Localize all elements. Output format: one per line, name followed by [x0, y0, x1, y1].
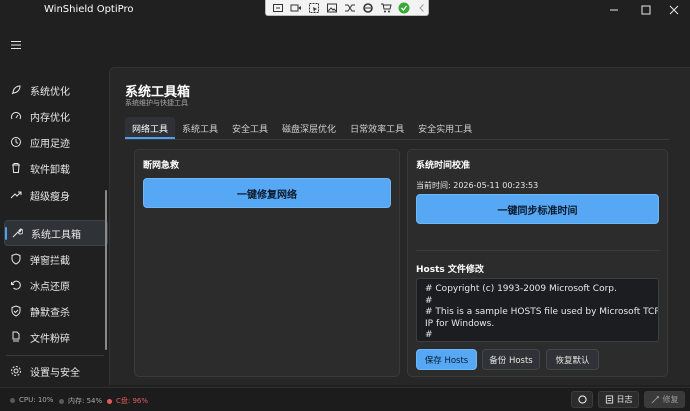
sidebar-item-label: 静默查杀: [30, 307, 70, 319]
image-icon[interactable]: [326, 1, 339, 14]
circle-icon: [577, 395, 587, 404]
sidebar-item-slim[interactable]: 超级瘦身: [4, 182, 108, 208]
minimize-button[interactable]: [604, 3, 624, 17]
chevron-left-icon[interactable]: [415, 1, 428, 14]
document-icon: [605, 395, 614, 404]
footprint-icon: [10, 136, 22, 148]
repair-network-button[interactable]: 一键修复网络: [143, 178, 391, 208]
tab-daily-efficiency[interactable]: 日常效率工具: [343, 117, 411, 139]
trash-icon: [10, 162, 22, 174]
hamburger-menu-icon[interactable]: [10, 40, 22, 50]
sidebar-item-toolbox[interactable]: 系统工具箱: [4, 220, 108, 246]
sidebar-divider: [6, 355, 104, 356]
sidebar-item-file-shred[interactable]: 文件粉碎: [4, 324, 108, 350]
rocket-icon: [10, 84, 22, 96]
cpu-value: CPU: 10%: [19, 396, 54, 404]
ring-icon[interactable]: [361, 1, 374, 14]
hosts-editor[interactable]: # Copyright (c) 1993-2009 Microsoft Corp…: [416, 278, 659, 342]
sidebar-item-system-optimize[interactable]: 系统优化: [4, 77, 108, 103]
sidebar-item-label: 文件粉碎: [30, 333, 70, 345]
gear-icon: [10, 365, 22, 377]
cart-icon[interactable]: [379, 1, 392, 14]
wand-icon: [651, 395, 660, 404]
sidebar-item-label: 弹窗拦截: [30, 255, 70, 267]
log-button-label: 日志: [616, 395, 633, 404]
disk-status: C盘: 96%: [107, 396, 148, 406]
app-title: WinShield OptiPro: [44, 4, 134, 15]
memory-value: 内存: 54%: [68, 397, 103, 405]
tab-disk-deep-optimize[interactable]: 磁盘深层优化: [275, 117, 343, 139]
time-sync-title: 系统时间校准: [416, 161, 471, 171]
sidebar-item-freeze-restore[interactable]: 冰点还原: [4, 272, 108, 298]
sidebar-item-popup-block[interactable]: 弹窗拦截: [4, 246, 108, 272]
sidebar-item-label: 设置与安全: [30, 367, 80, 379]
file-shred-icon: [10, 331, 22, 343]
sidebar-item-label: 超级瘦身: [30, 191, 70, 203]
sidebar-item-app-footprint[interactable]: 应用足迹: [4, 129, 108, 155]
sidebar-item-label: 应用足迹: [30, 138, 70, 150]
sidebar-item-label: 系统优化: [30, 86, 70, 98]
maximize-button[interactable]: [636, 3, 656, 17]
shield-icon: [10, 253, 22, 265]
sidebar-item-label: 系统工具箱: [31, 229, 81, 241]
repair-button[interactable]: 修复: [644, 391, 685, 408]
sidebar-item-label: 内存优化: [30, 112, 70, 124]
tab-security-utilities[interactable]: 安全实用工具: [411, 117, 479, 139]
repair-button-label: 修复: [662, 395, 679, 404]
disk-value: C盘: 96%: [116, 397, 149, 405]
sync-time-button[interactable]: 一键同步标准时间: [416, 194, 659, 224]
shield-check-icon: [10, 305, 22, 317]
log-button[interactable]: 日志: [598, 391, 639, 408]
sidebar-item-label: 冰点还原: [30, 281, 70, 293]
cpu-status: CPU: 10%: [10, 396, 53, 404]
gauge-icon: [10, 110, 22, 122]
cpu-dot-icon: [10, 397, 15, 403]
sidebar-item-uninstall[interactable]: 软件卸载: [4, 155, 108, 181]
status-circle-button[interactable]: [571, 391, 593, 408]
screenshot-icon[interactable]: [272, 1, 285, 14]
memory-status: 内存: 54%: [59, 396, 102, 406]
page-subtitle: 系统维护与快捷工具: [125, 99, 188, 107]
close-button[interactable]: [664, 3, 684, 17]
sidebar-item-label: 软件卸载: [30, 164, 70, 176]
hosts-title: Hosts 文件修改: [416, 265, 484, 275]
sidebar-item-silent-scan[interactable]: 静默查杀: [4, 298, 108, 324]
tab-security-tools[interactable]: 安全工具: [225, 117, 275, 139]
sidebar-item-memory-optimize[interactable]: 内存优化: [4, 103, 108, 129]
tab-system-tools[interactable]: 系统工具: [175, 117, 225, 139]
tab-bar: 网络工具 系统工具 安全工具 磁盘深层优化 日常效率工具 安全实用工具: [125, 117, 479, 139]
backup-hosts-button[interactable]: 备份 Hosts: [482, 349, 540, 370]
trend-icon: [10, 189, 22, 201]
save-hosts-button[interactable]: 保存 Hosts: [416, 349, 477, 370]
card-divider: [416, 250, 660, 251]
shuffle-icon[interactable]: [344, 1, 357, 14]
video-icon[interactable]: [290, 1, 303, 14]
tab-divider: [125, 139, 670, 140]
network-rescue-title: 断网急救: [143, 161, 180, 171]
sidebar-item-settings[interactable]: 设置与安全: [4, 358, 108, 384]
floating-capture-toolbar: [265, 0, 429, 16]
sidebar-scrollbar[interactable]: [105, 190, 107, 350]
cursor-select-icon[interactable]: [308, 1, 321, 14]
restore-default-button[interactable]: 恢复默认: [546, 349, 599, 370]
tab-network-tools[interactable]: 网络工具: [125, 117, 176, 139]
check-circle-icon[interactable]: [397, 1, 410, 14]
memory-dot-icon: [59, 398, 64, 404]
wrench-icon: [11, 227, 23, 239]
restore-icon: [10, 279, 22, 291]
current-time-label: 当前时间: 2026-05-11 00:23:53: [416, 181, 539, 190]
disk-dot-icon: [107, 398, 112, 404]
